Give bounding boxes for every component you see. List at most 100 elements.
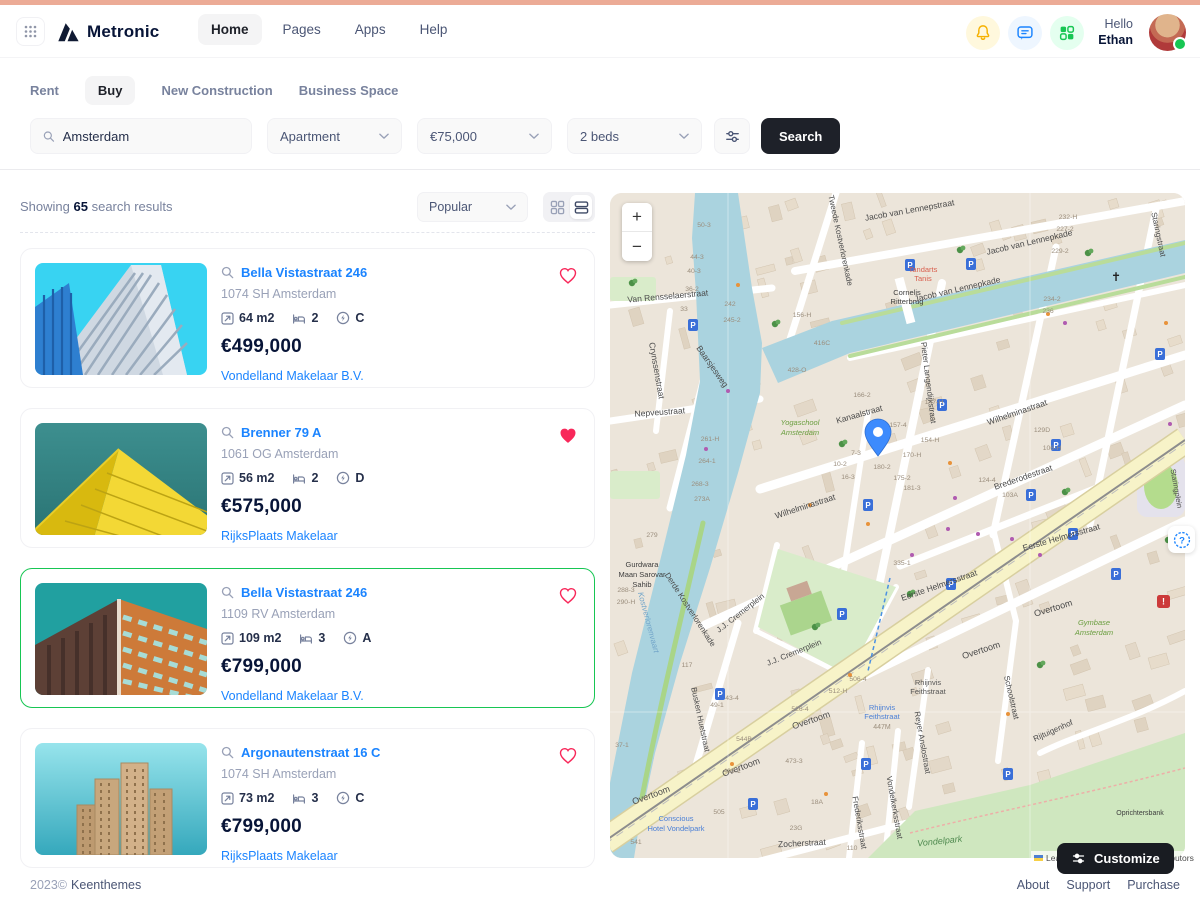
beds-select[interactable]: 2 beds [567, 118, 702, 154]
svg-text:44-3: 44-3 [690, 254, 704, 261]
location-search-field[interactable] [30, 118, 252, 154]
property-card-selected[interactable]: Bella Vistastraat 246 1109 RV Amsterdam … [20, 568, 595, 708]
property-photo[interactable] [35, 583, 207, 695]
list-view-button[interactable] [570, 195, 592, 219]
property-title-link[interactable]: Bella Vistastraat 246 [241, 265, 367, 280]
metronic-logo-icon [56, 20, 80, 44]
avatar[interactable] [1149, 14, 1186, 51]
search-button[interactable]: Search [761, 118, 840, 154]
favorite-heart-icon[interactable] [558, 586, 578, 606]
property-photo[interactable] [35, 423, 207, 535]
tab-rent[interactable]: Rent [30, 76, 59, 105]
agency-link[interactable]: RijksPlaats Makelaar [221, 849, 578, 863]
energy-label-icon [336, 471, 350, 485]
search-icon [43, 130, 55, 143]
energy-value: C [355, 791, 364, 805]
property-card[interactable]: Bella Vistastraat 246 1074 SH Amsterdam … [20, 248, 595, 388]
zoom-out-button[interactable]: − [622, 232, 652, 261]
view-toggle [543, 192, 595, 222]
svg-text:157-4: 157-4 [889, 422, 907, 429]
beds-value: 2 [311, 471, 318, 485]
property-type-select[interactable]: Apartment [267, 118, 402, 154]
quick-apps-button[interactable] [1050, 16, 1084, 50]
svg-text:181-3: 181-3 [903, 485, 921, 492]
agency-link[interactable]: Vondelland Makelaar B.V. [221, 689, 578, 703]
sort-select[interactable]: Popular [417, 192, 528, 222]
svg-text:290-H: 290-H [617, 599, 636, 606]
svg-text:Rhijnvis: Rhijnvis [915, 678, 942, 687]
app-launcher-button[interactable] [16, 17, 45, 46]
property-photo[interactable] [35, 263, 207, 375]
advanced-filters-button[interactable] [714, 118, 750, 154]
tab-business-space[interactable]: Business Space [299, 76, 399, 105]
notifications-button[interactable] [966, 16, 1000, 50]
search-icon [221, 426, 234, 439]
property-title-link[interactable]: Brenner 79 A [241, 425, 321, 440]
svg-text:544B: 544B [736, 736, 752, 743]
energy-value: A [362, 631, 371, 645]
svg-text:154-H: 154-H [921, 437, 940, 444]
results-toolbar: Showing 65 search results Popular [20, 192, 595, 222]
svg-text:236: 236 [1042, 308, 1054, 315]
messages-button[interactable] [1008, 16, 1042, 50]
question-badge-icon [1172, 530, 1192, 550]
svg-text:428-O: 428-O [788, 367, 807, 374]
nav-home[interactable]: Home [198, 14, 262, 45]
chevron-down-icon [379, 133, 389, 140]
svg-text:268-3: 268-3 [691, 481, 709, 488]
map-canvas[interactable]: PPPPPPPPPPPPPPPP ! Van RensselaerstraatC… [610, 193, 1185, 858]
sliders-icon [724, 128, 741, 145]
svg-text:447M: 447M [873, 724, 891, 731]
agency-link[interactable]: RijksPlaats Makelaar [221, 529, 578, 543]
svg-text:279: 279 [646, 532, 658, 539]
footer-link-support[interactable]: Support [1066, 878, 1110, 892]
property-card[interactable]: Brenner 79 A 1061 OG Amsterdam 56 m2 2 D… [20, 408, 595, 548]
svg-text:242: 242 [724, 301, 736, 308]
favorite-heart-icon[interactable] [558, 266, 578, 286]
listing-type-tabs: Rent Buy New Construction Business Space [30, 76, 398, 105]
property-address: 1109 RV Amsterdam [221, 607, 578, 621]
agency-link[interactable]: Vondelland Makelaar B.V. [221, 369, 578, 383]
property-address: 1074 SH Amsterdam [221, 287, 578, 301]
svg-text:229-2: 229-2 [1051, 248, 1069, 255]
footer-links: About Support Purchase [1017, 878, 1180, 892]
help-button[interactable] [1168, 526, 1195, 553]
property-card[interactable]: Argonautenstraat 16 C 1074 SH Amsterdam … [20, 728, 595, 868]
property-price: €799,000 [221, 656, 578, 678]
copyright-brand[interactable]: Keenthemes [71, 878, 141, 892]
bell-icon [973, 23, 993, 43]
grid-view-button[interactable] [546, 195, 568, 219]
greeting-hello: Hello [1098, 17, 1133, 33]
beds-value: 2 beds [580, 129, 619, 144]
property-photo[interactable] [35, 743, 207, 855]
location-search-input[interactable] [63, 129, 239, 144]
property-price: €575,000 [221, 496, 578, 518]
property-title-link[interactable]: Argonautenstraat 16 C [241, 745, 380, 760]
svg-text:156-H: 156-H [793, 312, 812, 319]
favorite-heart-icon[interactable] [558, 746, 578, 766]
favorite-heart-icon-filled[interactable] [558, 426, 578, 446]
svg-text:147-H: 147-H [925, 399, 944, 406]
footer-link-about[interactable]: About [1017, 878, 1050, 892]
nav-apps[interactable]: Apps [342, 14, 399, 45]
energy-value: D [355, 471, 364, 485]
tab-new-construction[interactable]: New Construction [161, 76, 272, 105]
svg-text:23G: 23G [790, 825, 803, 832]
zoom-in-button[interactable]: + [622, 203, 652, 232]
price-select[interactable]: €75,000 [417, 118, 552, 154]
nav-help[interactable]: Help [407, 14, 461, 45]
svg-text:16-3: 16-3 [841, 474, 855, 481]
customize-button[interactable]: Customize [1057, 843, 1174, 874]
logo[interactable]: Metronic [56, 20, 159, 44]
tab-buy[interactable]: Buy [85, 76, 136, 105]
nav-pages[interactable]: Pages [270, 14, 334, 45]
svg-text:180-2: 180-2 [873, 464, 891, 471]
svg-text:493-1: 493-1 [723, 768, 741, 775]
svg-text:!: ! [1162, 597, 1165, 607]
svg-text:P: P [1028, 491, 1034, 500]
svg-text:273A: 273A [694, 496, 710, 503]
apps-grid-icon [1057, 23, 1077, 43]
footer-link-purchase[interactable]: Purchase [1127, 878, 1180, 892]
property-title-link[interactable]: Bella Vistastraat 246 [241, 585, 367, 600]
bed-icon [292, 792, 306, 805]
